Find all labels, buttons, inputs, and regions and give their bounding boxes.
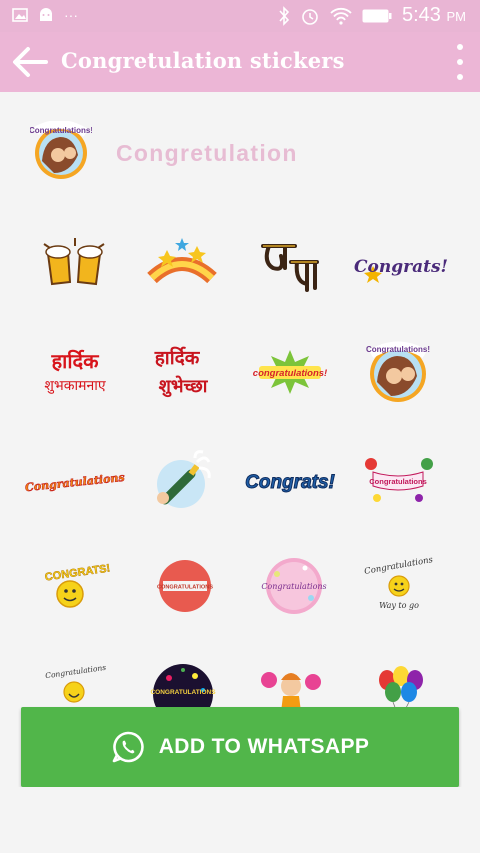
more-notifications-indicator: ··· xyxy=(64,7,78,23)
hindi-text-icon: हार्दिक शुभेच्छा xyxy=(154,346,209,398)
sticker-congrats-smiley[interactable]: CONGRATS! xyxy=(40,554,111,618)
menu-dot xyxy=(457,44,463,50)
sticker-text: Congratulations xyxy=(261,582,326,591)
android-notification-icon xyxy=(40,8,52,21)
sticker-banner-balloons[interactable]: Congratulations xyxy=(363,448,433,512)
whatsapp-icon xyxy=(112,731,144,763)
sticker-congratulations-burst[interactable]: congratulations! xyxy=(253,340,327,404)
system-icons: 5:43 PM xyxy=(278,4,466,27)
clock-time: 5:43 xyxy=(402,4,441,26)
sticker-text: शुभकामनाए xyxy=(44,378,106,394)
sticker-text: Congratulations xyxy=(24,471,125,494)
sticker-hardik-shubhkamnaye[interactable]: हार्दिक शुभकामनाए xyxy=(40,340,110,404)
add-to-whatsapp-label: ADD TO WHATSAPP xyxy=(158,735,370,758)
notification-icons: ··· xyxy=(12,7,78,23)
sticker-text: Congrats! xyxy=(354,257,448,277)
sticker-pack-name: Congretulation xyxy=(116,140,298,166)
sticker-hardik-shubhechha[interactable]: हार्दिक शुभेच्छा xyxy=(147,340,217,404)
sticker-text: CONGRATULATIONS xyxy=(157,585,213,591)
sticker-text: Congratulations xyxy=(364,555,435,577)
banner-balloons-icon: Congratulations xyxy=(365,458,433,502)
sticker-red-badge[interactable]: CONGRATULATIONS xyxy=(147,554,217,618)
sticker-text: शुभेच्छा xyxy=(159,375,209,398)
sticker-text: हार्दिक xyxy=(154,346,201,369)
hindi-text-icon: हार्दिक शुभकामनाए xyxy=(44,349,106,394)
sticker-congratulations-orange[interactable]: Congratulations xyxy=(24,448,125,512)
sticker-beer-toast[interactable] xyxy=(40,232,110,296)
sticker-text: हार्दिक xyxy=(51,349,101,373)
app-bar: Congretulation stickers xyxy=(0,32,480,92)
couple-circle-icon: Congratulations! xyxy=(366,341,430,402)
sticker-congratulations-stars[interactable] xyxy=(147,232,217,296)
smiley-way-to-go-icon: Congratulations Way to go xyxy=(364,555,435,610)
pack-icon-text: Congratulations! xyxy=(30,126,92,135)
clock: 5:43 PM xyxy=(402,4,466,27)
page-title: Congretulation stickers xyxy=(61,48,345,73)
image-notification-icon xyxy=(12,8,28,22)
wifi-icon xyxy=(330,7,352,25)
battery-icon xyxy=(362,9,392,22)
beer-mugs-icon xyxy=(43,238,105,286)
badge-icon: CONGRATULATIONS xyxy=(157,560,213,612)
clock-meridiem: PM xyxy=(446,9,467,24)
sticker-text: Way to go xyxy=(379,601,419,610)
sticker-text: congratulations! xyxy=(253,368,327,379)
back-button[interactable] xyxy=(10,44,50,80)
sticker-hindi-calligraphy[interactable] xyxy=(255,232,325,296)
sticker-text: Congratulations xyxy=(369,477,427,486)
sticker-text: Congratulations xyxy=(45,663,107,680)
sticker-champagne[interactable] xyxy=(147,448,217,512)
menu-dot xyxy=(457,74,463,80)
smiley-icon: CONGRATS! xyxy=(44,562,111,608)
burst-icon: congratulations! xyxy=(253,350,327,394)
calligraphy-icon xyxy=(261,244,319,292)
sticker-pink-badge[interactable]: Congratulations xyxy=(255,554,327,618)
congrats-script-icon: Congrats! xyxy=(354,257,448,283)
champagne-icon xyxy=(157,450,211,508)
sticker-congrats-bubble[interactable]: Congrats! xyxy=(245,448,336,512)
sticker-text: Congrats! xyxy=(245,472,335,493)
orange-script-icon: Congratulations xyxy=(24,471,125,495)
alarm-icon xyxy=(302,8,318,25)
add-to-whatsapp-button[interactable]: ADD TO WHATSAPP xyxy=(21,707,459,787)
sticker-grid: Congrats! हार्दिक शुभकामनाए हार्दिक शुभे… xyxy=(0,212,480,724)
sticker-way-to-go[interactable]: Congratulations Way to go xyxy=(363,554,435,618)
bubble-text-icon: Congrats! xyxy=(245,472,336,494)
sticker-text: CONGRATULATIONS xyxy=(150,689,216,696)
bottom-area xyxy=(0,787,480,853)
menu-dot xyxy=(457,59,463,65)
bluetooth-icon xyxy=(279,5,290,26)
sticker-text: CONGRATS! xyxy=(44,563,111,584)
sticker-congrats-purple[interactable]: Congrats! xyxy=(354,232,448,296)
pink-circle-icon: Congratulations xyxy=(261,558,327,614)
sticker-pack-tray-icon: Congratulations! xyxy=(30,121,92,179)
stars-banner-icon xyxy=(147,238,217,284)
overflow-menu-button[interactable] xyxy=(454,44,466,80)
status-bar: ··· 5:43 PM xyxy=(0,0,480,32)
arrow-left-icon xyxy=(13,47,48,77)
sticker-congratulations-couple[interactable]: Congratulations! xyxy=(363,340,433,404)
sticker-text: Congratulations! xyxy=(366,345,430,354)
sticker-pack-header: Congratulations! Congretulation xyxy=(0,92,480,212)
